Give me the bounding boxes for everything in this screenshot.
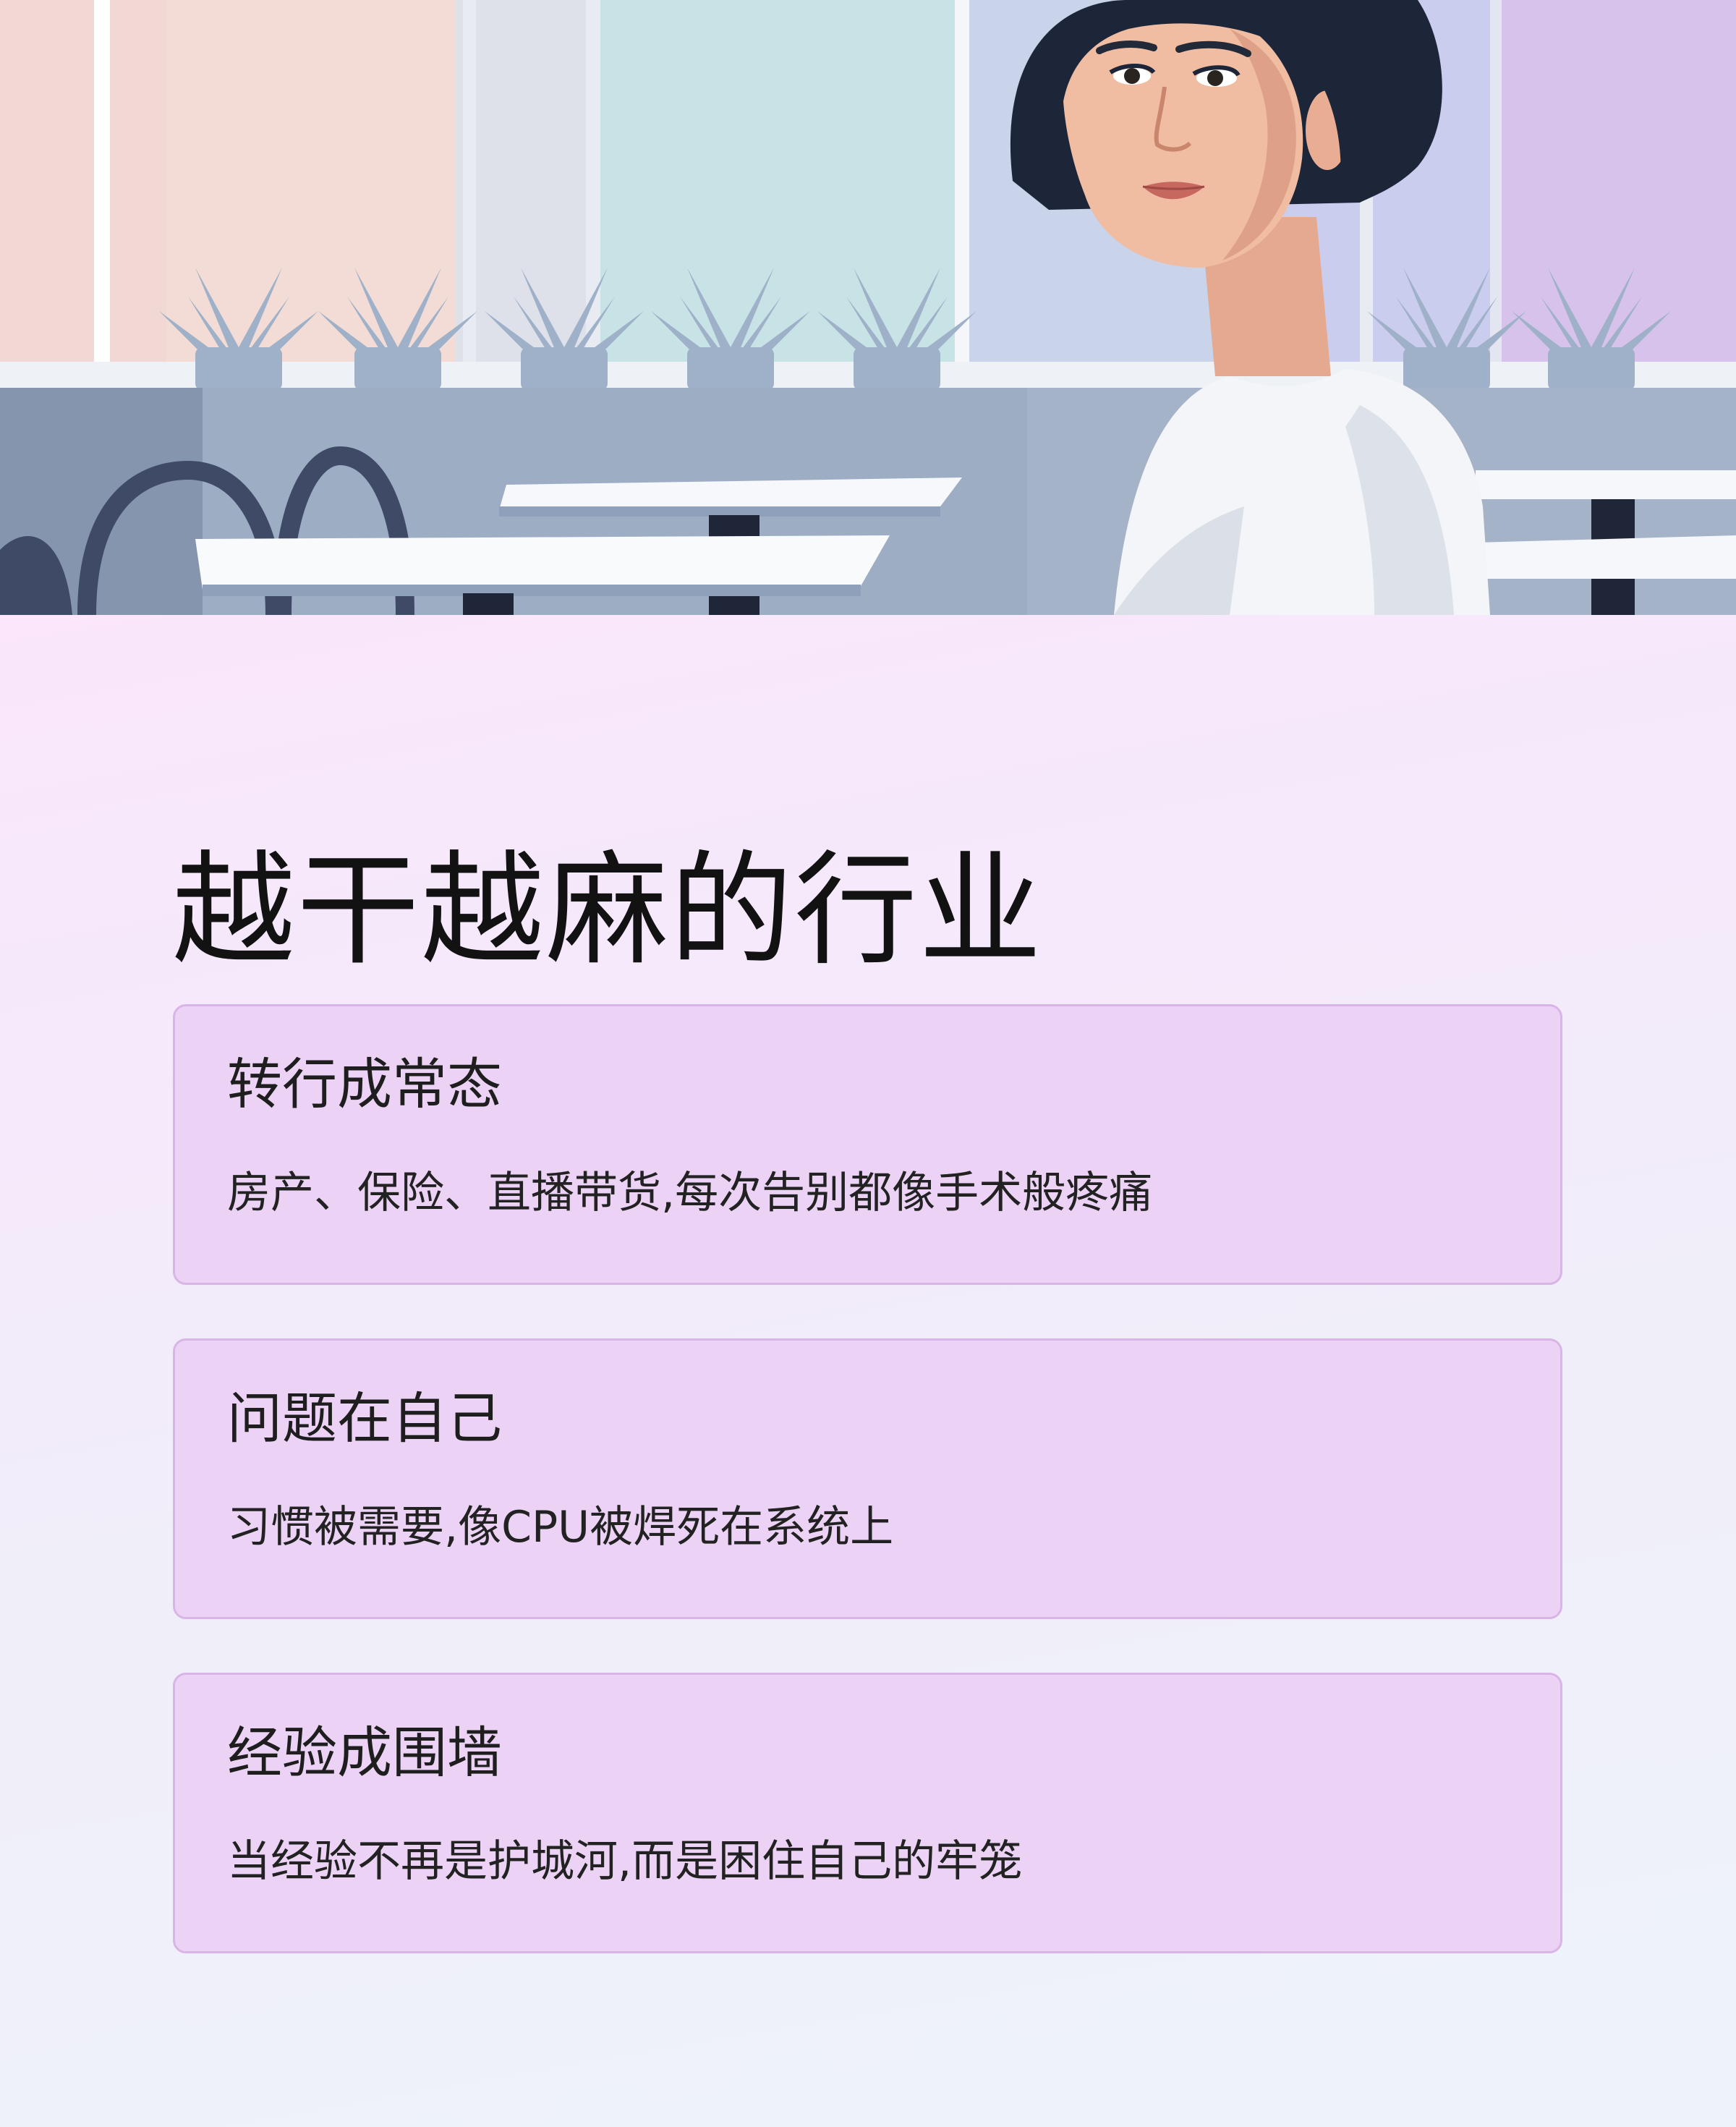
card-description: 房产、保险、直播带货,每次告别都像手术般疼痛 (227, 1168, 1153, 1218)
hero-illustration (0, 0, 1736, 615)
card-title: 经验成围墙 (227, 1720, 502, 1785)
card-self-problem: 问题在自己 习惯被需要,像CPU被焊死在系统上 (173, 1338, 1562, 1619)
card-description: 当经验不再是护城河,而是困住自己的牢笼 (227, 1836, 1023, 1887)
card-description: 习惯被需要,像CPU被焊死在系统上 (227, 1502, 894, 1553)
card-title: 问题在自己 (227, 1386, 502, 1451)
card-title: 转行成常态 (227, 1052, 502, 1116)
card-career-change: 转行成常态 房产、保险、直播带货,每次告别都像手术般疼痛 (173, 1004, 1562, 1285)
page-title: 越干越麻的行业 (172, 839, 1044, 982)
card-experience-wall: 经验成围墙 当经验不再是护城河,而是困住自己的牢笼 (173, 1673, 1562, 1953)
